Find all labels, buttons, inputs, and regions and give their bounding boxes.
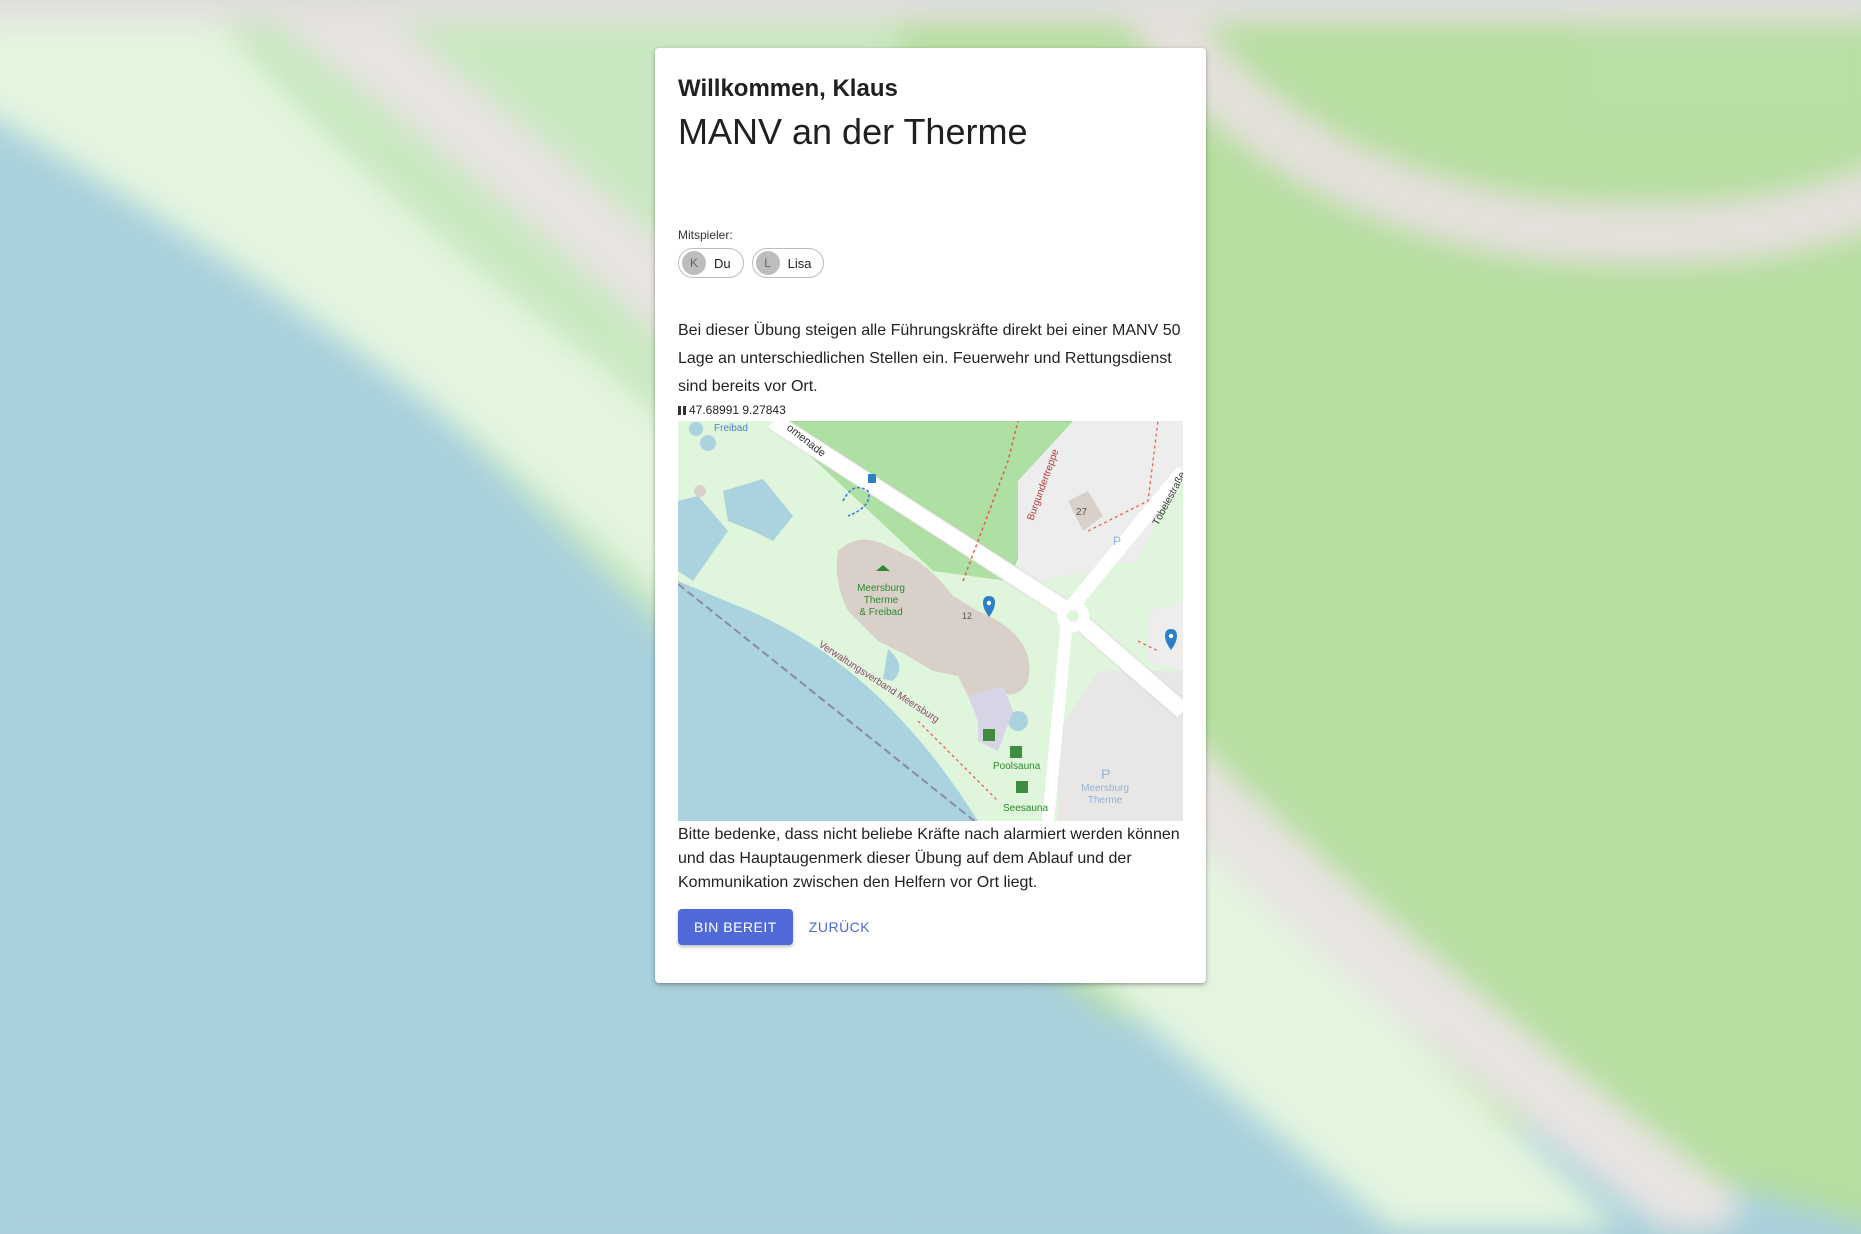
scenario-description: Bei dieser Übung steigen alle Führungskr… [678,322,1181,395]
map-label-freibad: Freibad [714,423,748,434]
map-label-therme-3: & Freibad [859,607,902,618]
scenario-note: Bitte bedenke, dass nicht beliebe Kräfte… [678,826,1180,891]
map-icon [678,405,686,415]
coordinates: 47.68991 9.27843 [678,403,1183,417]
player-name: Du [714,255,731,271]
card-actions: BIN BEREIT ZURÜCK [678,909,1183,945]
location-map[interactable]: Freibad omenade Burgundertreppe Töbelest… [678,421,1183,821]
sauna-icon [983,729,995,741]
map-label-poolsauna: Poolsauna [993,761,1041,772]
bus-stop-icon [868,474,876,483]
player-chip: K Du [678,248,744,278]
parking-icon: P [1101,766,1110,782]
avatar: K [682,251,706,275]
ready-button[interactable]: BIN BEREIT [678,909,793,945]
scenario-title: MANV an der Therme [678,111,1028,152]
sauna-icon [1010,746,1022,758]
player-name: Lisa [787,255,812,271]
avatar: L [755,251,780,275]
map-label-parking-1: Meersburg [1081,783,1129,794]
players-list: K Du L Lisa [678,248,1183,278]
parking-icon: P [1113,534,1121,548]
map-label-therme-1: Meersburg [857,583,905,594]
back-button[interactable]: ZURÜCK [809,919,870,935]
map-label-27: 27 [1076,507,1088,518]
sauna-icon [1016,781,1028,793]
coordinates-text: 47.68991 9.27843 [689,403,786,417]
map-label-parking-2: Therme [1088,795,1123,806]
map-label-seesauna: Seesauna [1003,803,1048,814]
welcome-text: Willkommen, Klaus [678,75,898,102]
map-label-therme-2: Therme [864,595,899,606]
player-chip: L Lisa [751,248,825,278]
scenario-card: Willkommen, Klaus MANV an der Therme Mit… [655,48,1206,983]
map-label-12: 12 [962,611,972,621]
players-label: Mitspieler: [678,228,733,242]
